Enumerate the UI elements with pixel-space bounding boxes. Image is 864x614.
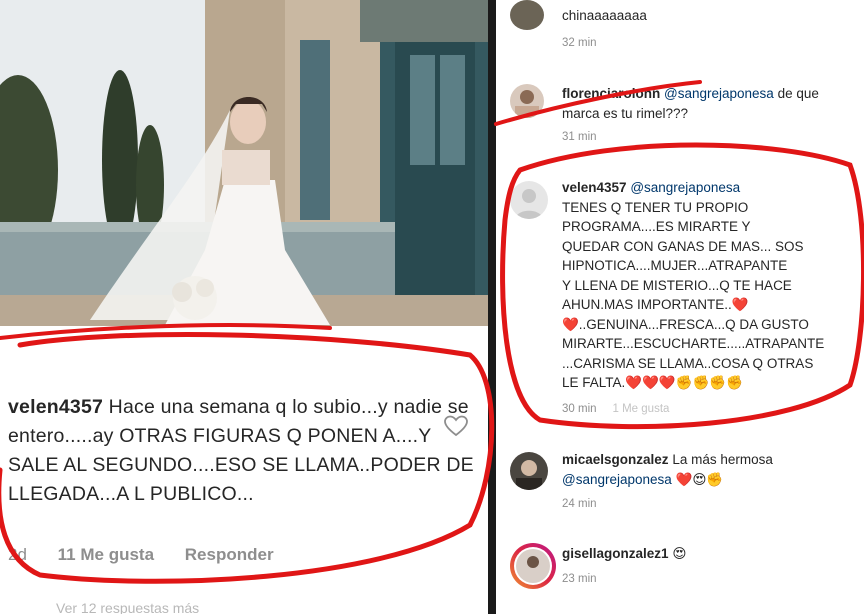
comment-2-line: AHUN.MAS IMPORTANTE..❤️: [562, 297, 749, 312]
comment-1-time: 31 min: [562, 131, 597, 143]
avatar[interactable]: [510, 84, 544, 118]
comment-3-username[interactable]: micaelsgonzalez: [562, 452, 669, 467]
comment-0-time: 32 min: [562, 37, 597, 49]
comment-2-line: QUEDAR CON GANAS DE MAS... SOS: [562, 238, 804, 254]
avatar-photo: [515, 90, 539, 118]
comment-2-mention[interactable]: @sangrejaponesa: [630, 180, 740, 195]
avatar-photo: [514, 547, 552, 585]
comment-1-mention[interactable]: @sangrejaponesa: [664, 86, 774, 101]
comment-2-line: PROGRAMA....ES MIRARTE Y: [562, 219, 751, 234]
comment-2-username[interactable]: velen4357: [562, 180, 627, 195]
comment-2-line: MIRARTE...ESCUCHARTE.....ATRAPANTE: [562, 336, 825, 351]
view-replies-link[interactable]: Ver 12 respuestas más: [56, 600, 199, 614]
comment-3-time: 24 min: [562, 498, 597, 510]
bride-photo: [0, 0, 488, 326]
comment-2-time: 30 min: [562, 403, 597, 415]
comment-4: gisellagonzalez1 😍: [562, 544, 857, 564]
comment-2-line: TENES Q TENER TU PROPIO: [562, 199, 749, 215]
comment-2-line: LE FALTA.❤️❤️❤️✊✊✊✊: [562, 375, 743, 390]
default-avatar-icon[interactable]: [510, 181, 548, 219]
comment-0-text: chinaaaaaaaa: [562, 8, 647, 23]
comment-4-emoji: 😍: [672, 546, 687, 561]
left-comment-likes[interactable]: 11 Me gusta: [58, 545, 154, 564]
comment-3-mention[interactable]: @sangrejaponesa: [562, 472, 672, 487]
left-comment-time: 2d: [8, 545, 27, 564]
comment-3-text: La más hermosa: [672, 452, 773, 467]
avatar[interactable]: [510, 0, 544, 30]
left-post-panel: velen4357 Hace una semana q lo subio...y…: [0, 0, 488, 614]
comment-0: chinaaaaaaaa: [562, 6, 857, 26]
comment-4-username[interactable]: gisellagonzalez1: [562, 546, 669, 561]
comment-2-line: ...CARISMA SE LLAMA..COSA Q OTRAS: [562, 355, 814, 371]
avatar-story-ring[interactable]: [510, 543, 556, 589]
left-comment-username[interactable]: velen4357: [8, 396, 103, 418]
right-comments-panel: chinaaaaaaaa 32 min florenciarolonn @san…: [496, 0, 864, 614]
comment-3: micaelsgonzalez La más hermosa @sangreja…: [562, 450, 857, 489]
comment-1-username[interactable]: florenciarolonn: [562, 86, 660, 101]
panel-divider: [488, 0, 496, 614]
bride-photo-illustration: [0, 0, 488, 326]
comment-2-line: Y LLENA DE MISTERIO...Q TE HACE: [562, 277, 792, 293]
comment-1: florenciarolonn @sangrejaponesa de que m…: [562, 84, 857, 123]
comment-2-meta: 30 min 1 Me gusta: [562, 403, 669, 415]
avatar[interactable]: [510, 452, 548, 490]
comment-3-emoji: ❤️😍✊: [675, 471, 724, 487]
default-avatar-shape: [515, 189, 543, 219]
comment-4-time: 23 min: [562, 573, 597, 585]
left-comment-meta: 2d 11 Me gusta Responder: [8, 545, 300, 565]
comment-2: velen4357 @sangrejaponesa TENES Q TENER …: [562, 178, 857, 393]
comment-2-line: HIPNOTICA....MUJER...ATRAPANTE: [562, 258, 788, 273]
avatar-photo: [516, 460, 542, 490]
left-comment: velen4357 Hace una semana q lo subio...y…: [8, 393, 478, 509]
comment-2-likes[interactable]: 1 Me gusta: [613, 403, 670, 415]
heart-outline-icon[interactable]: [444, 415, 468, 437]
reply-button[interactable]: Responder: [185, 545, 274, 564]
comment-2-line: ❤️..GENUINA...FRESCA...Q DA GUSTO: [562, 316, 809, 332]
